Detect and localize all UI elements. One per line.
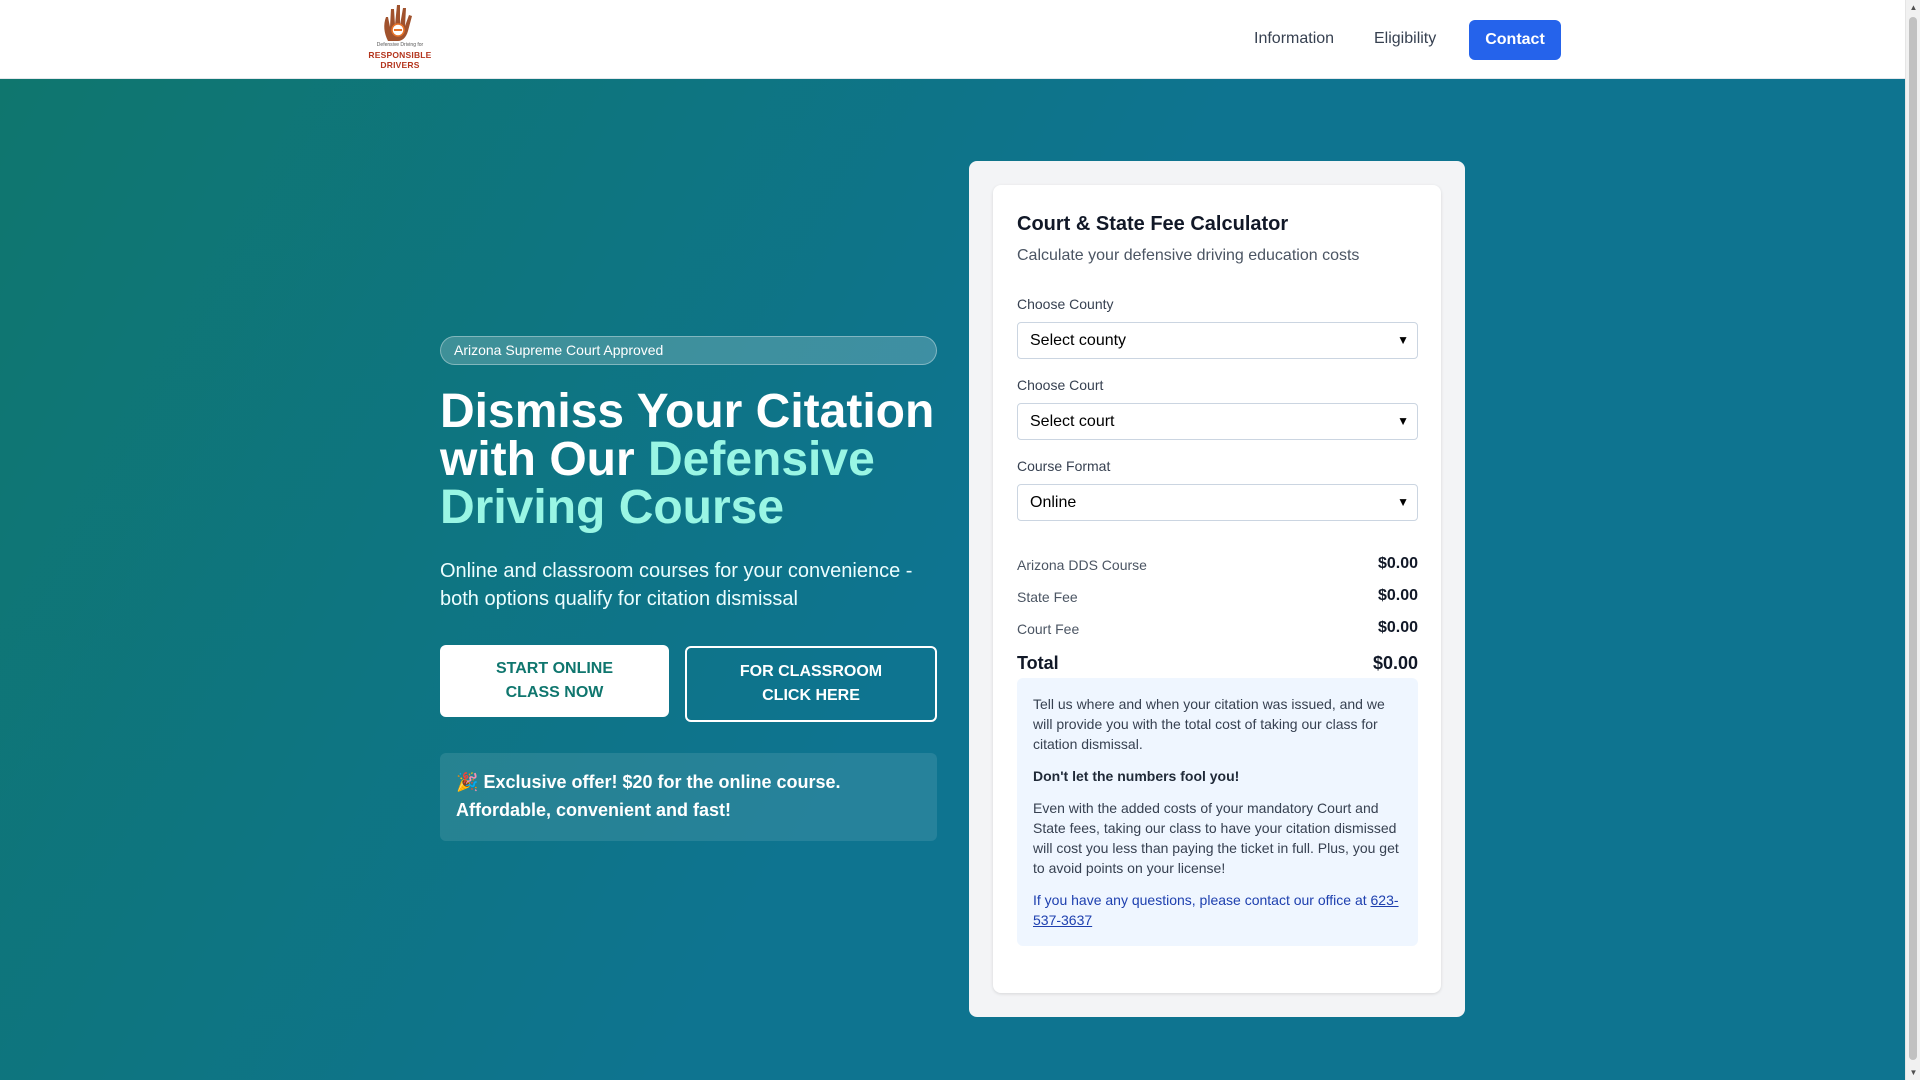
format-select[interactable]: Online ▼: [1017, 484, 1418, 521]
info-paragraph-1: Tell us where and when your citation was…: [1033, 696, 1385, 752]
cost-row-state-fee: State Fee $0.00: [1017, 587, 1418, 607]
county-label: Choose County: [1017, 296, 1114, 312]
logo-brand-text: RESPONSIBLE DRIVERS: [368, 50, 432, 70]
cost-amount: $0.00: [1377, 555, 1418, 572]
offer-text: Exclusive offer! $20 for the online cour…: [456, 772, 841, 820]
approval-badge: Arizona Supreme Court Approved: [440, 336, 937, 365]
start-online-class-button[interactable]: START ONLINE CLASS NOW: [440, 645, 669, 717]
county-select[interactable]: Select county ▼: [1017, 322, 1418, 359]
site-header: Defensive Driving for RESPONSIBLE DRIVER…: [0, 0, 1905, 79]
btn-class-line1: FOR CLASSROOM: [739, 663, 883, 680]
cost-label: State Fee: [1017, 589, 1078, 605]
contact-button[interactable]: Contact: [1469, 20, 1561, 60]
offer-banner: 🎉 Exclusive offer! $20 for the online co…: [440, 753, 937, 841]
cost-amount: $0.00: [1377, 619, 1418, 636]
hero-section: Arizona Supreme Court Approved Dismiss Y…: [0, 79, 1905, 1080]
scroll-down-icon[interactable]: ▼: [1906, 1065, 1920, 1080]
total-label: Total: [1017, 653, 1059, 673]
btn-class-line2: CLICK HERE: [762, 687, 860, 704]
site-logo[interactable]: Defensive Driving for RESPONSIBLE DRIVER…: [350, 3, 450, 70]
scrollbar-thumb[interactable]: [1909, 17, 1917, 1060]
btn-online-line2: CLASS NOW: [505, 684, 604, 701]
hero-subtitle: Online and classroom courses for your co…: [440, 560, 913, 610]
calculator-title: Court & State Fee Calculator: [1017, 213, 1289, 235]
nav-eligibility[interactable]: Eligibility: [1374, 30, 1436, 48]
info-contact: If you have any questions, please contac…: [1033, 890, 1402, 930]
scroll-up-icon[interactable]: ▲: [1906, 0, 1920, 15]
calculator-panel: Court & State Fee Calculator Calculate y…: [969, 161, 1465, 1017]
calculator-subtitle: Calculate your defensive driving educati…: [1017, 247, 1360, 264]
chevron-down-icon: ▼: [1397, 495, 1409, 509]
cost-row-court-fee: Court Fee $0.00: [1017, 619, 1418, 639]
cost-amount: $0.00: [1377, 587, 1418, 604]
total-row: Total $0.00: [1017, 653, 1418, 673]
cost-label: Court Fee: [1017, 621, 1080, 637]
classroom-button[interactable]: FOR CLASSROOM CLICK HERE: [685, 646, 937, 722]
total-amount: $0.00: [1372, 653, 1418, 673]
party-icon: 🎉: [456, 772, 479, 792]
chevron-down-icon: ▼: [1397, 333, 1409, 347]
info-box: Tell us where and when your citation was…: [1017, 678, 1418, 946]
cost-label: Arizona DDS Course: [1017, 557, 1147, 573]
btn-online-line1: START ONLINE: [495, 660, 614, 677]
court-label: Choose Court: [1017, 377, 1104, 393]
court-select-value: Select court: [1030, 413, 1115, 430]
chevron-down-icon: ▼: [1397, 414, 1409, 428]
logo-tagline: Defensive Driving for: [376, 42, 424, 48]
contact-prefix: If you have any questions, please contac…: [1033, 892, 1371, 908]
county-select-value: Select county: [1030, 332, 1127, 349]
page-scrollbar[interactable]: ▲ ▼: [1905, 0, 1920, 1080]
info-highlight: Don't let the numbers fool you!: [1033, 768, 1240, 784]
hero-headline: Dismiss Your Citation with Our Defensive…: [440, 388, 960, 532]
format-select-value: Online: [1030, 494, 1077, 511]
nav-information[interactable]: Information: [1254, 30, 1334, 48]
info-paragraph-2: Even with the added costs of your mandat…: [1033, 800, 1399, 876]
cost-row-dds: Arizona DDS Course $0.00: [1017, 555, 1418, 575]
hand-logo-icon: [384, 5, 412, 41]
calculator-card: Court & State Fee Calculator Calculate y…: [993, 185, 1441, 993]
format-label: Course Format: [1017, 458, 1111, 474]
court-select[interactable]: Select court ▼: [1017, 403, 1418, 440]
